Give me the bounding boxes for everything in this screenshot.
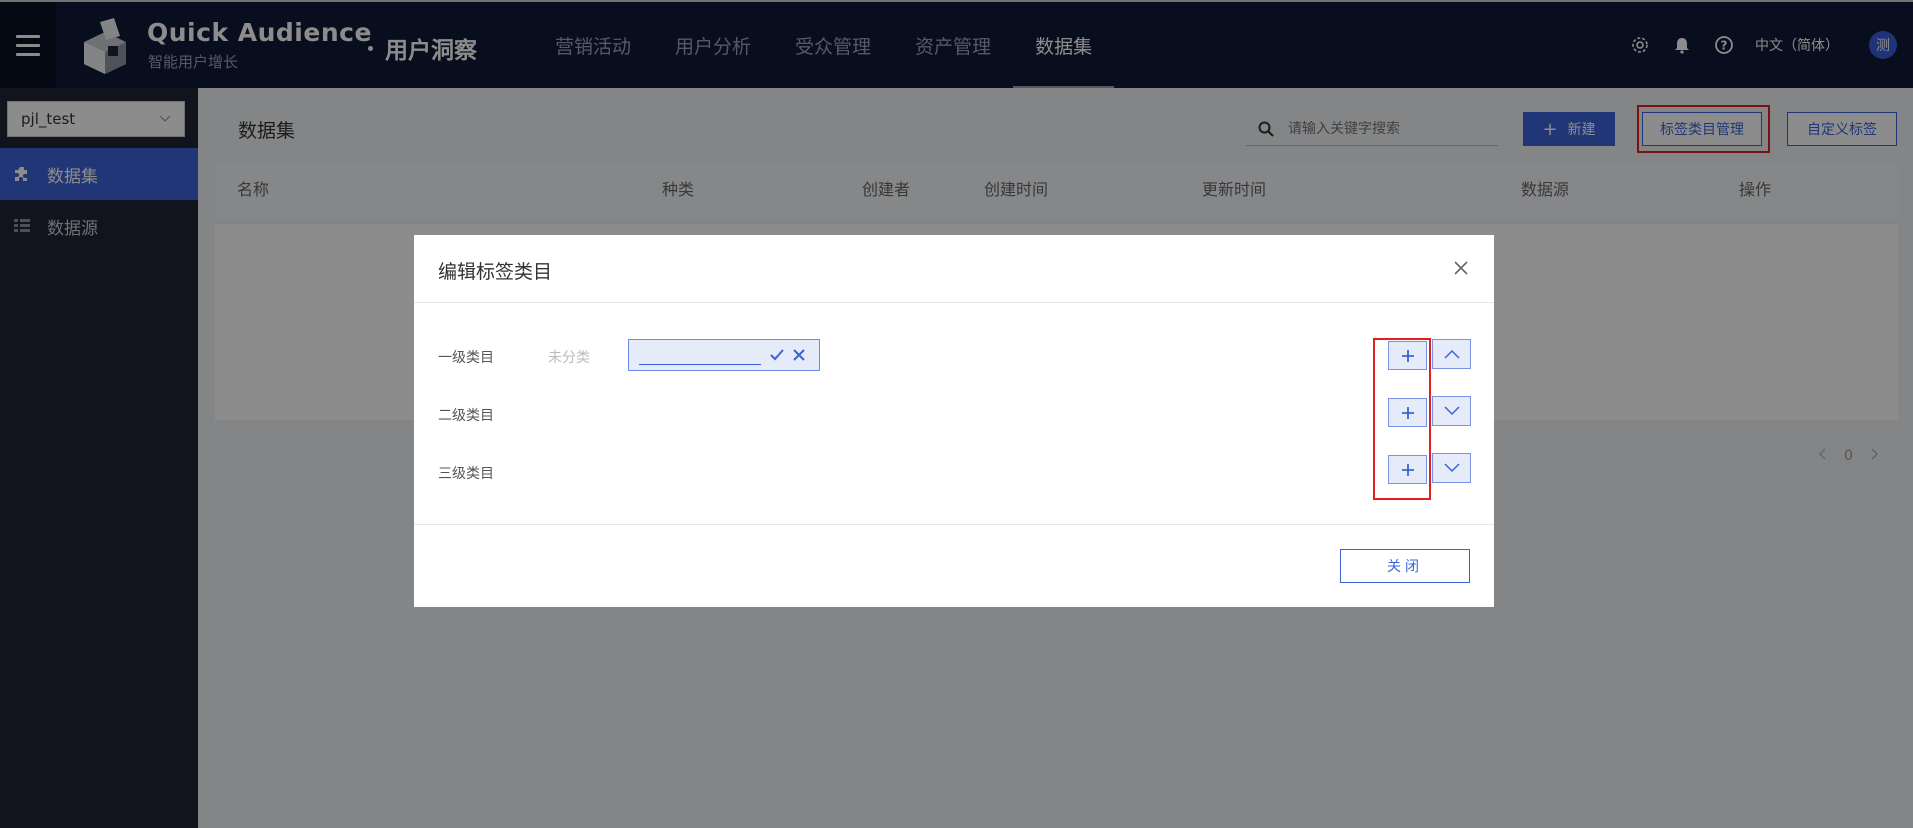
close-icon[interactable] [1450, 257, 1472, 279]
dialog-divider [414, 524, 1494, 525]
cancel-x-icon[interactable] [789, 345, 809, 365]
highlight-box [1373, 338, 1431, 500]
chevron-up-icon [1443, 349, 1460, 359]
confirm-check-icon[interactable] [767, 345, 787, 365]
category-name-input[interactable] [639, 345, 761, 365]
level2-label: 二级类目 [438, 408, 494, 424]
dialog-header: 编辑标签类目 [414, 235, 1494, 303]
level1-edit-box [628, 339, 820, 371]
chevron-down-icon [1443, 406, 1460, 416]
level3-label: 三级类目 [438, 466, 494, 482]
level1-label: 一级类目 [438, 350, 494, 366]
uncategorized-item[interactable]: 未分类 [548, 347, 590, 367]
close-dialog-button[interactable]: 关闭 [1340, 549, 1470, 583]
level3-expand-button[interactable] [1432, 453, 1471, 483]
level2-expand-button[interactable] [1432, 396, 1471, 426]
dialog-title: 编辑标签类目 [438, 261, 553, 283]
chevron-down-icon [1443, 463, 1460, 473]
level1-collapse-button[interactable] [1432, 339, 1471, 369]
edit-tag-category-dialog: 编辑标签类目 一级类目 未分类 二级类目 三级类目 关闭 [414, 235, 1494, 607]
